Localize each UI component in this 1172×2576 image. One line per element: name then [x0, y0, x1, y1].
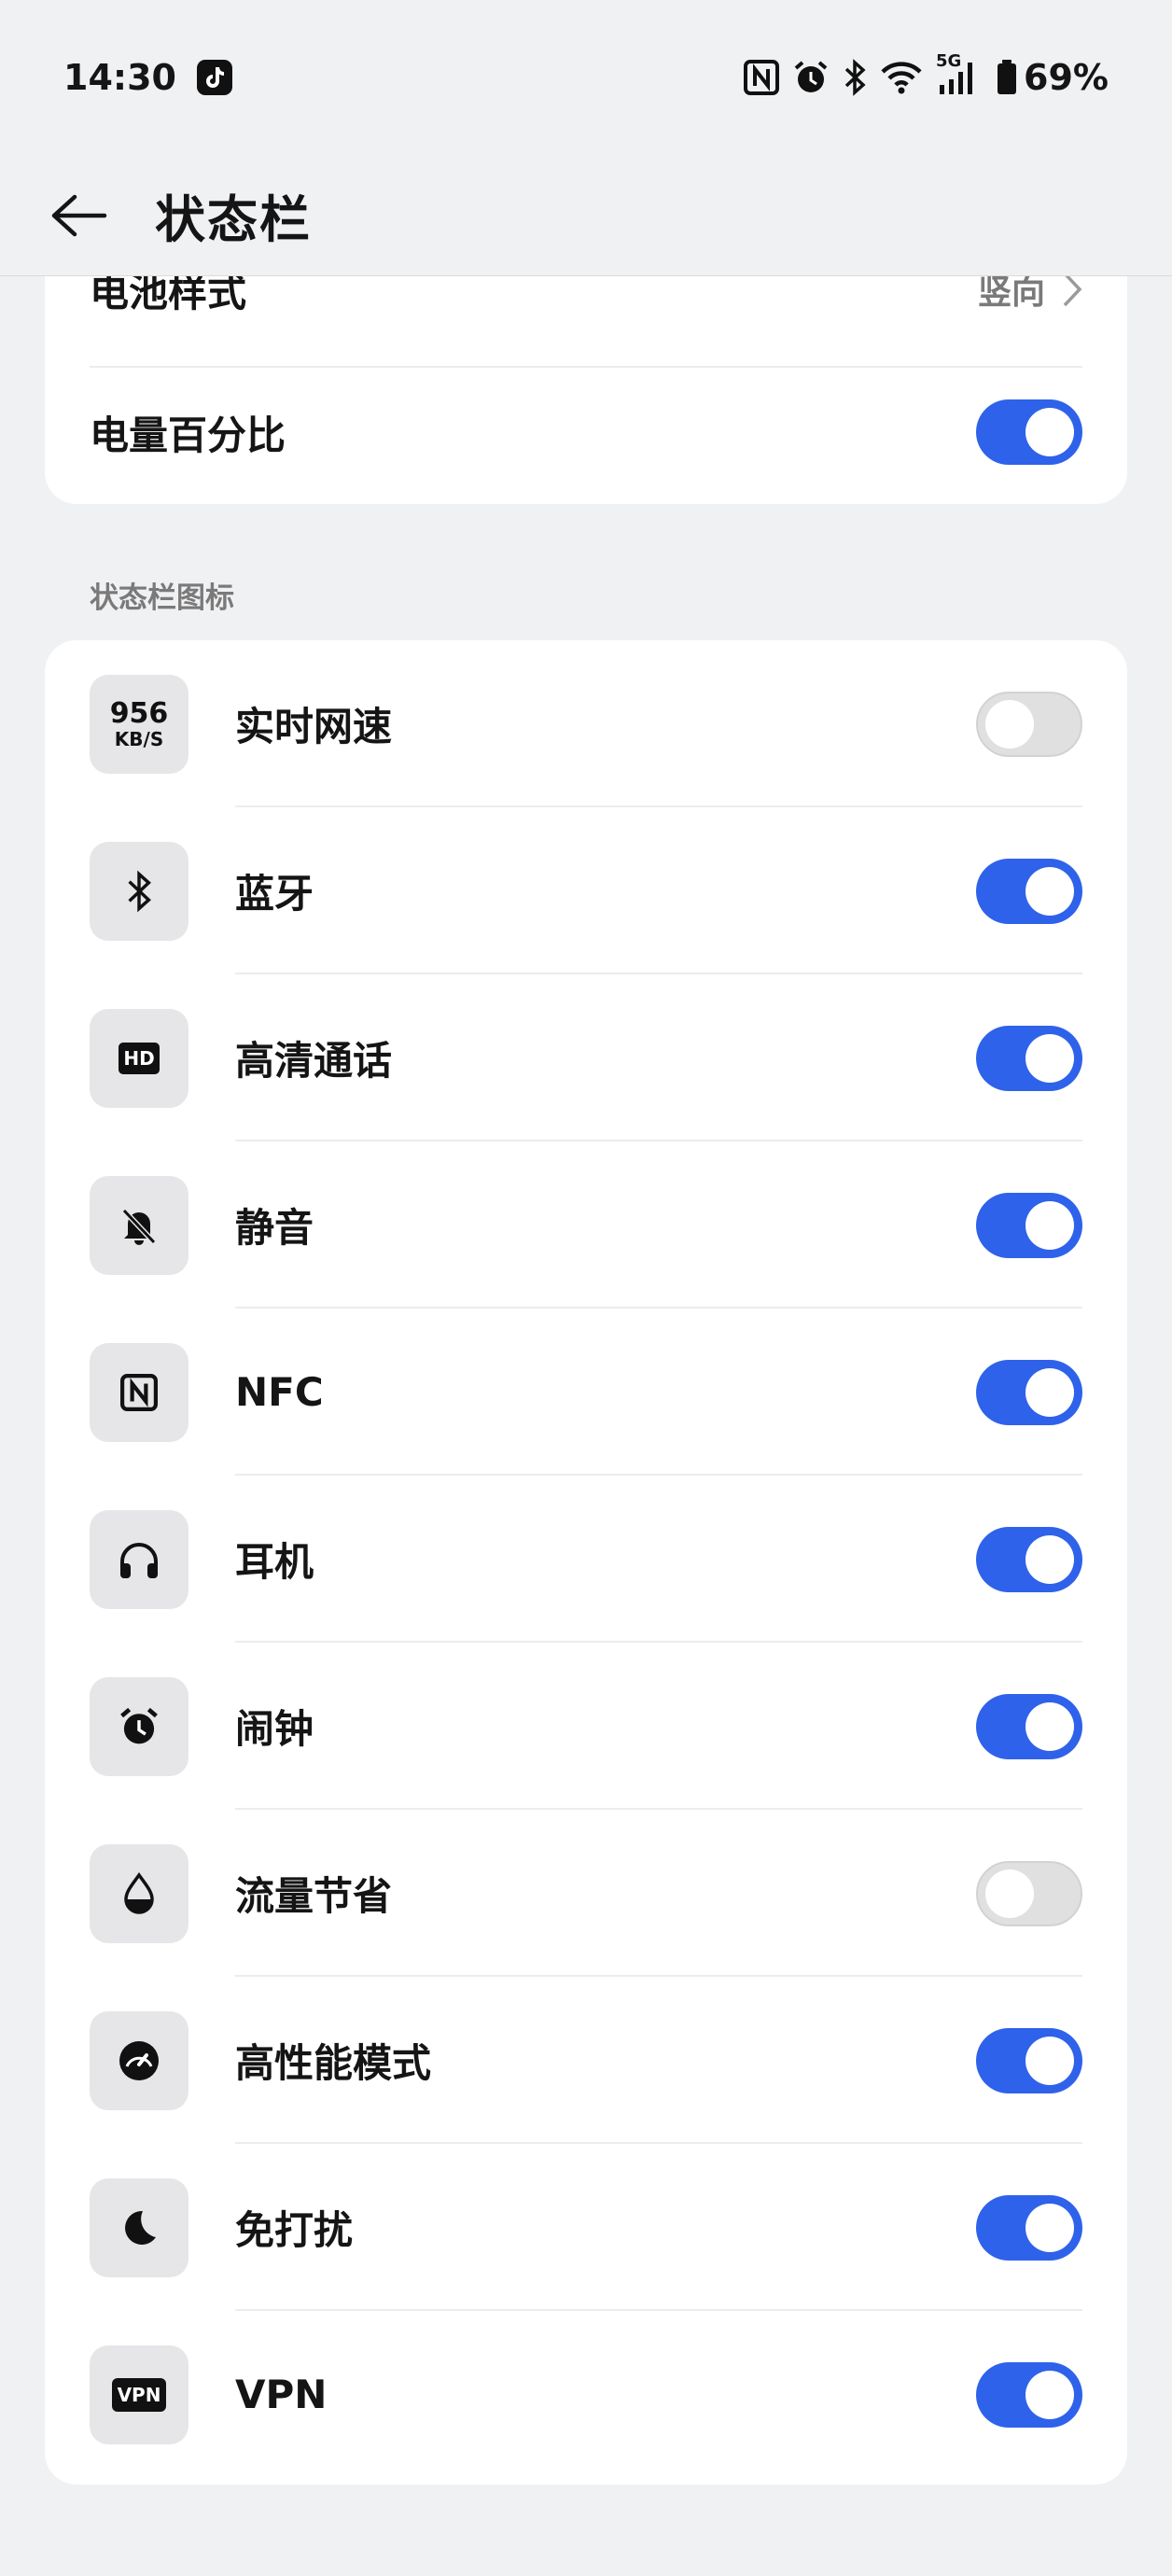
battery-percent: 69% — [1024, 57, 1109, 98]
battery-percent-label: 电量百分比 — [90, 412, 286, 458]
toggle-knob — [1026, 2036, 1074, 2085]
network-speed-toggle[interactable] — [976, 691, 1082, 757]
toggle-knob — [1026, 2370, 1074, 2419]
data-saver-icon — [90, 1843, 188, 1943]
network-type-label: 5G — [936, 51, 962, 71]
alarm-toggle[interactable] — [976, 1693, 1082, 1759]
battery-percent-row: 电量百分比 — [90, 399, 1082, 465]
list-item: 免打扰 — [45, 2144, 1127, 2311]
vpn-icon: VPN — [90, 2345, 188, 2444]
toggle-knob — [1026, 1367, 1074, 1417]
signal-icon: 5G — [936, 51, 983, 96]
battery-indicator: 69% — [996, 57, 1109, 98]
item-label: 蓝牙 — [235, 871, 314, 917]
list-item: NFC — [45, 1309, 1127, 1476]
battery-percent-toggle[interactable] — [976, 399, 1082, 465]
list-item: 流量节省 — [45, 1810, 1127, 1977]
battery-icon — [998, 60, 1017, 94]
item-label: 高清通话 — [235, 1038, 393, 1084]
toggle-knob — [1026, 1033, 1074, 1083]
list-item: 静音 — [45, 1141, 1127, 1309]
back-arrow-icon — [51, 194, 107, 236]
mute-toggle[interactable] — [976, 1192, 1082, 1258]
hd-icon: HD — [90, 1008, 188, 1108]
item-label: 流量节省 — [235, 1873, 393, 1919]
bluetooth-icon — [843, 59, 867, 96]
toggle-knob — [1026, 1534, 1074, 1584]
nfc-toggle[interactable] — [976, 1359, 1082, 1425]
list-item: VPN VPN — [45, 2311, 1127, 2478]
item-label: 免打扰 — [235, 2207, 354, 2253]
toggle-knob — [1026, 1701, 1074, 1751]
mute-bell-icon — [90, 1175, 188, 1275]
item-label: 高性能模式 — [235, 2040, 432, 2086]
toggle-knob — [1026, 1200, 1074, 1250]
vpn-toggle[interactable] — [976, 2361, 1082, 2428]
status-time: 14:30 — [63, 57, 176, 98]
bluetooth-icon — [90, 841, 188, 941]
item-label: 闹钟 — [235, 1706, 314, 1752]
list-item: 闹钟 — [45, 1643, 1127, 1810]
status-icons-card: 956 KB/S 实时网速 蓝牙 HD 高清通话 静音 NFC 耳机 闹钟 流量… — [45, 640, 1127, 2485]
network-speed-icon: 956 KB/S — [90, 675, 188, 774]
headphones-toggle[interactable] — [976, 1526, 1082, 1592]
wifi-icon — [880, 61, 923, 94]
toggle-knob — [1026, 2203, 1074, 2252]
divider — [90, 366, 1082, 368]
do-not-disturb-toggle[interactable] — [976, 2194, 1082, 2261]
icon-text-bottom: KB/S — [114, 728, 164, 750]
moon-icon — [90, 2177, 188, 2277]
headphones-icon — [90, 1509, 188, 1609]
list-item: HD 高清通话 — [45, 974, 1127, 1141]
toggle-knob — [985, 1869, 1034, 1918]
list-item: 耳机 — [45, 1476, 1127, 1643]
list-item: 高性能模式 — [45, 1977, 1127, 2144]
bluetooth-toggle[interactable] — [976, 858, 1082, 924]
item-label: 耳机 — [235, 1539, 314, 1585]
section-label: 状态栏图标 — [90, 581, 234, 615]
item-label: 实时网速 — [235, 704, 393, 749]
tiktok-icon — [196, 60, 232, 95]
page-title: 状态栏 — [155, 190, 312, 249]
icon-text-top: 956 — [109, 697, 169, 730]
icon-text: VPN — [117, 2383, 161, 2406]
hd-call-toggle[interactable] — [976, 1025, 1082, 1091]
item-label: VPN — [235, 2372, 328, 2417]
item-label: 静音 — [235, 1205, 314, 1251]
item-label: NFC — [235, 1369, 324, 1415]
list-item: 蓝牙 — [45, 807, 1127, 974]
performance-mode-toggle[interactable] — [976, 2027, 1082, 2093]
toggle-knob — [985, 699, 1034, 749]
data-saver-toggle[interactable] — [976, 1860, 1082, 1926]
nfc-icon — [744, 60, 780, 95]
alarm-icon — [90, 1676, 188, 1776]
toggle-knob — [1026, 866, 1074, 916]
app-header: 状态栏 — [0, 155, 1172, 276]
alarm-icon — [792, 59, 830, 96]
toggle-knob — [1026, 408, 1074, 456]
icon-text: HD — [123, 1046, 155, 1070]
status-bar: 14:30 5G 69% — [0, 0, 1172, 155]
list-item: 956 KB/S 实时网速 — [45, 640, 1127, 807]
nfc-icon — [90, 1342, 188, 1442]
performance-gauge-icon — [90, 2010, 188, 2110]
back-button[interactable] — [45, 182, 112, 249]
chevron-right-icon — [1063, 272, 1082, 307]
